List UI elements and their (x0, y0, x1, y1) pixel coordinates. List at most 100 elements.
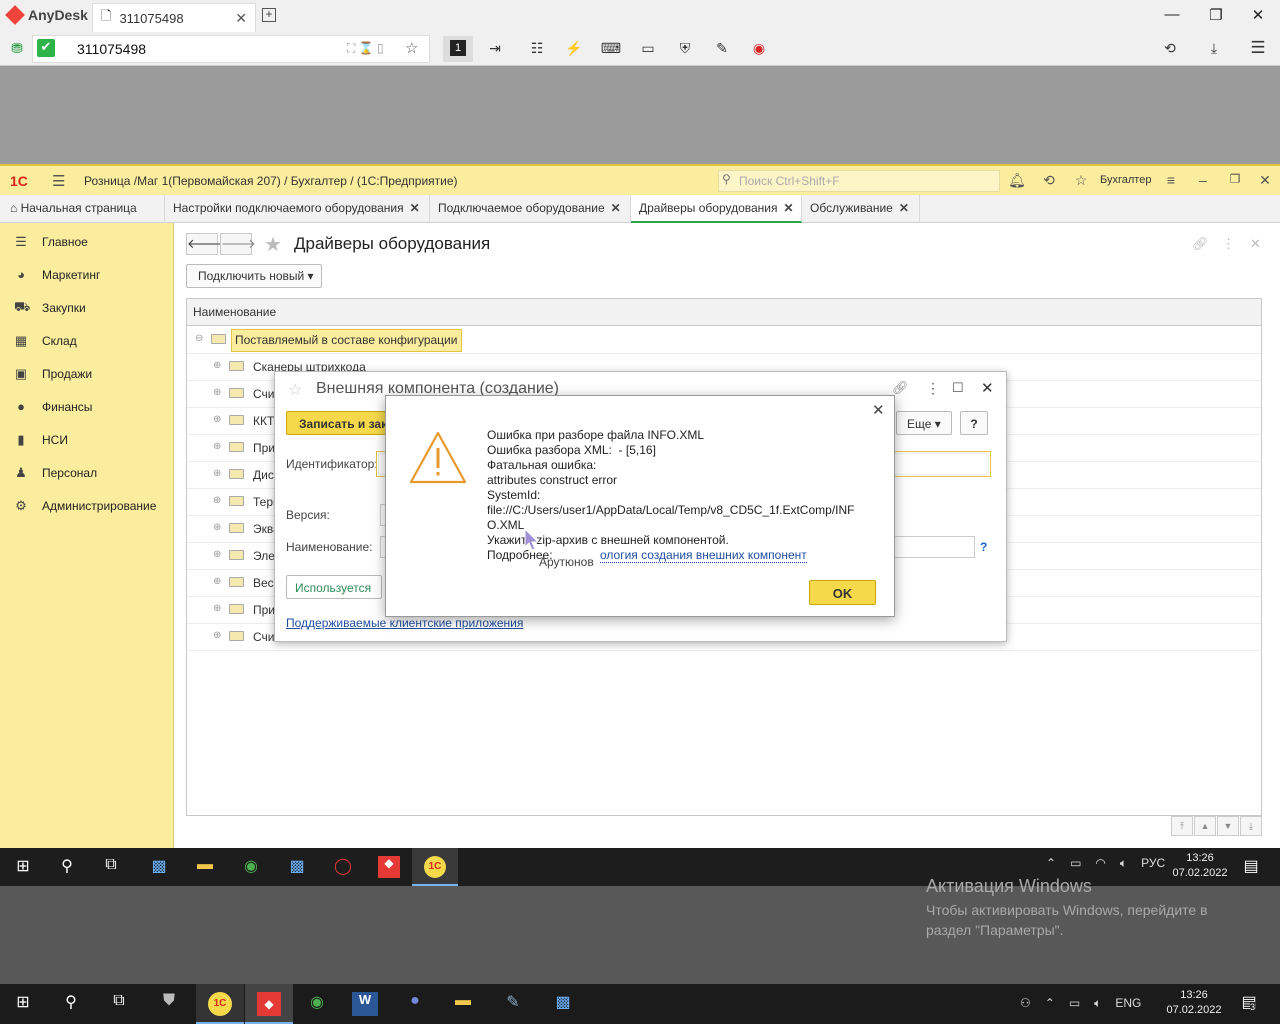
expand-icon[interactable]: ⊕ (213, 630, 221, 641)
paint-icon[interactable]: ✎ (500, 992, 526, 1016)
maximize-icon[interactable]: ❐ (1206, 6, 1226, 26)
windows-start-icon[interactable]: ⊞ (10, 992, 36, 1016)
menu-icon[interactable]: ☰ (1247, 38, 1269, 58)
global-search-input[interactable]: Поиск Ctrl+Shift+F (718, 170, 1000, 192)
people-icon[interactable]: ⚇ (1020, 996, 1031, 1011)
wifi-icon[interactable]: ◠ (1095, 856, 1105, 871)
used-button[interactable]: Используется (286, 575, 382, 599)
expand-icon[interactable]: ⊕ (213, 603, 221, 614)
anydesk-taskbar-button[interactable]: ◆ (245, 984, 293, 1024)
tab-equipment-drivers[interactable]: Драйверы оборудования ✕ (631, 195, 802, 223)
folder-icon[interactable]: ▬ (450, 992, 476, 1016)
chevron-up-icon[interactable]: ⌃ (1046, 856, 1056, 871)
volume-icon[interactable]: 🔈︎ (1094, 996, 1101, 1011)
expand-icon[interactable]: ⊕ (213, 468, 221, 479)
whiteboard-icon[interactable]: ✎ (711, 38, 733, 58)
history-icon[interactable]: ⟲ (1159, 38, 1181, 58)
collapse-icon[interactable]: ⊖ (195, 333, 203, 344)
discord-icon[interactable]: ● (402, 992, 428, 1016)
scroll-top-icon[interactable]: ⤒ (1171, 816, 1193, 836)
display-icon[interactable]: ▭ (637, 38, 659, 58)
bell-icon[interactable]: 🔔︎ (1008, 172, 1026, 189)
more-actions-icon[interactable]: ⋮ (1222, 236, 1235, 252)
sidebar-item-nsi[interactable]: ▮ НСИ (0, 423, 174, 456)
user-name[interactable]: Бухгалтер (1100, 174, 1151, 186)
link-icon[interactable]: 🔗︎ (892, 380, 909, 396)
close-error-icon[interactable]: ✕ (872, 401, 885, 419)
expand-icon[interactable]: ⊕ (213, 441, 221, 452)
column-header-name[interactable]: Наименование (186, 298, 1262, 326)
scroll-up-icon[interactable]: ▲ (1194, 816, 1216, 836)
expand-icon[interactable]: ⊕ (213, 576, 221, 587)
tab-maintenance[interactable]: Обслуживание ✕ (802, 195, 920, 223)
sidebar-item-main[interactable]: ☰ Главное (0, 225, 174, 258)
permissions-icon[interactable]: ⛨ (674, 38, 696, 58)
close-tab-icon[interactable]: ✕ (784, 201, 794, 215)
expand-icon[interactable]: ⊕ (213, 387, 221, 398)
tab-connected-equipment[interactable]: Подключаемое оборудование ✕ (430, 195, 631, 223)
link-icon[interactable]: 🔗︎ (1192, 236, 1209, 252)
game-icon[interactable]: ⛊ (156, 992, 182, 1016)
task-view-icon[interactable]: ⧉ (100, 856, 122, 878)
windows-start-icon[interactable]: ⊞ (12, 856, 34, 878)
close-tab-icon[interactable]: ✕ (235, 10, 247, 27)
close-window-icon[interactable]: ✕ (1248, 6, 1268, 26)
sidebar-item-admin[interactable]: ⚙ Администрирование (0, 489, 174, 522)
main-menu-icon[interactable]: ☰ (52, 172, 65, 190)
monitor-select-button[interactable]: 1 (443, 36, 473, 62)
expand-icon[interactable]: ⊕ (213, 495, 221, 506)
close-dialog-icon[interactable]: ✕ (981, 379, 994, 397)
search-icon[interactable]: ⚲ (58, 992, 84, 1016)
new-tab-icon[interactable]: + (262, 8, 276, 22)
remote-clock[interactable]: 13:26 07.02.2022 (1172, 851, 1228, 881)
restore-icon[interactable]: ❐ (1226, 172, 1244, 186)
onec-taskbar-button[interactable]: 1С (196, 984, 244, 1024)
tab-home[interactable]: ⌂ Начальная страница (0, 195, 165, 223)
keyboard-icon[interactable]: ⌨ (600, 38, 622, 58)
sidebar-item-finance[interactable]: ● Финансы (0, 390, 174, 423)
network-icon[interactable]: ▭ (1069, 996, 1080, 1011)
close-tab-icon[interactable]: ✕ (410, 201, 420, 215)
expand-icon[interactable]: ⊕ (213, 360, 221, 371)
language-indicator[interactable]: РУС (1141, 856, 1165, 871)
close-icon[interactable]: ✕ (1256, 172, 1274, 189)
chrome-icon[interactable]: ◉ (304, 992, 330, 1016)
name-help-icon[interactable]: ? (980, 540, 987, 554)
anydesk-icon[interactable]: ◆ (378, 856, 400, 878)
help-button[interactable]: ? (960, 411, 988, 435)
more-button[interactable]: Еще ▾ (896, 411, 952, 435)
sidebar-item-warehouse[interactable]: ▦ Склад (0, 324, 174, 357)
volume-icon[interactable]: 🔈︎ (1120, 856, 1127, 871)
onec-taskbar-active[interactable]: 1С (412, 848, 458, 886)
notifications-icon[interactable]: ▤ (1240, 856, 1262, 878)
more-actions-icon[interactable]: ⋮ (926, 380, 940, 397)
details-link[interactable]: ология создания внешних компонент (600, 548, 807, 563)
folder-icon[interactable]: ▬ (194, 856, 216, 878)
minimize-icon[interactable]: – (1194, 172, 1212, 188)
scroll-down-icon[interactable]: ▼ (1217, 816, 1239, 836)
forward-button[interactable]: 🡒 (220, 233, 256, 255)
tab-equipment-settings[interactable]: Настройки подключаемого оборудования ✕ (165, 195, 430, 223)
record-icon[interactable]: ◉ (748, 38, 770, 58)
actions-icon[interactable]: ⚡ (563, 38, 585, 58)
anydesk-session-tab[interactable]: 🗋 311075498 ✕ (92, 3, 256, 32)
opera-icon[interactable]: ◯ (332, 856, 354, 878)
chrome-icon[interactable]: ◉ (240, 856, 262, 878)
task-view-icon[interactable]: ⧉ (106, 992, 132, 1016)
address-bar[interactable]: ✔ 311075498 ⛶ ⌛ ▯ ☆ (32, 35, 430, 63)
favorite-star-icon[interactable]: ☆ (405, 39, 418, 57)
chat-icon[interactable]: ☷ (526, 38, 548, 58)
app-icon[interactable]: ▩ (550, 992, 576, 1016)
sidebar-item-sales[interactable]: ▣ Продажи (0, 357, 174, 390)
history-icon[interactable]: ⟲ (1040, 172, 1058, 189)
sidebar-item-personnel[interactable]: ♟ Персонал (0, 456, 174, 489)
expand-icon[interactable]: ⊕ (213, 414, 221, 425)
back-button[interactable]: 🡐 (186, 233, 222, 255)
local-clock[interactable]: 13:26 07.02.2022 (1166, 988, 1222, 1018)
language-indicator[interactable]: ENG (1115, 996, 1141, 1011)
search-icon[interactable]: ⚲ (56, 856, 78, 878)
sidebar-item-purchases[interactable]: ⛟ Закупки (0, 291, 174, 324)
scroll-bottom-icon[interactable]: ⤓ (1240, 816, 1262, 836)
expand-icon[interactable]: ⊕ (213, 522, 221, 533)
settings-menu-icon[interactable]: ≡ (1162, 172, 1180, 188)
